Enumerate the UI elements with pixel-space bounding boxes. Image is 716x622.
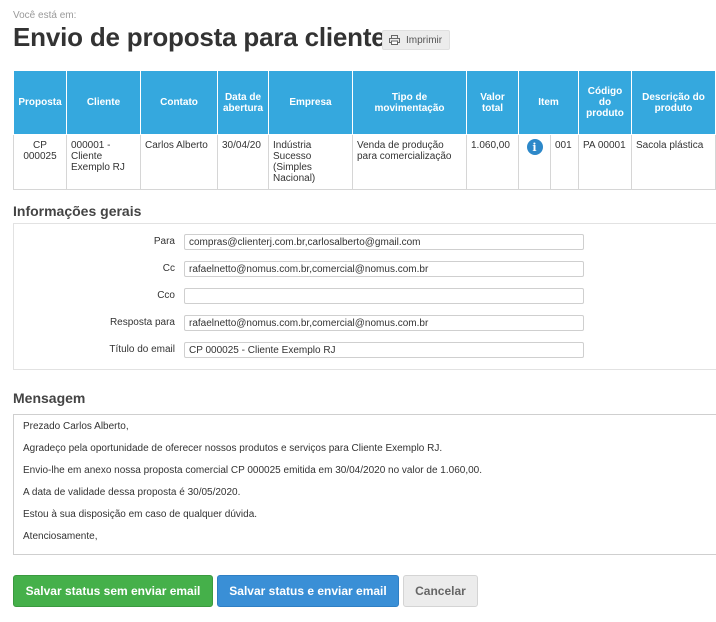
col-header-contato: Contato <box>140 70 218 135</box>
cell-descricao-produto: Sacola plástica <box>631 134 716 190</box>
cc-label: Cc <box>162 263 175 274</box>
titulo-email-input[interactable] <box>184 342 584 358</box>
message-editor[interactable]: Prezado Carlos Alberto, Agradeço pela op… <box>13 414 716 555</box>
cc-input[interactable] <box>184 261 584 277</box>
cell-info: i <box>518 134 551 190</box>
breadcrumb: Você está em: <box>13 10 77 21</box>
field-row-resposta-para: Resposta para <box>14 315 716 331</box>
message-line: Agradeço pela oportunidade de oferecer n… <box>23 443 443 454</box>
col-header-data-abertura: Data de abertura <box>217 70 269 135</box>
resposta-para-input[interactable] <box>184 315 584 331</box>
col-header-tipo-movimentacao: Tipo de movimentação <box>352 70 467 135</box>
printer-icon <box>389 35 400 45</box>
print-button[interactable]: Imprimir <box>382 30 451 50</box>
table-row: CP 000025 000001 - Cliente Exemplo RJ Ca… <box>13 134 716 190</box>
save-without-email-button[interactable]: Salvar status sem enviar email <box>13 575 213 607</box>
field-row-cc: Cc <box>14 261 716 277</box>
proposal-table: Proposta Cliente Contato Data de abertur… <box>13 70 716 190</box>
para-label: Para <box>153 236 175 247</box>
message-line: Estou à sua disposição em caso de qualqu… <box>23 509 258 520</box>
field-row-para: Para <box>14 234 716 250</box>
cell-cliente: 000001 - Cliente Exemplo RJ <box>66 134 141 190</box>
cancel-button[interactable]: Cancelar <box>403 575 478 607</box>
para-input[interactable] <box>184 234 584 250</box>
info-panel: Para Cc Cco Resposta para Título do emai… <box>13 223 716 370</box>
message-line: Envio-lhe em anexo nossa proposta comerc… <box>23 465 482 476</box>
info-section-title: Informações gerais <box>13 203 142 219</box>
cell-contato: Carlos Alberto <box>140 134 218 190</box>
titulo-email-label: Título do email <box>109 344 175 355</box>
cell-codigo-produto: PA 00001 <box>578 134 632 190</box>
col-header-codigo-produto: Código do produto <box>578 70 632 135</box>
col-header-proposta: Proposta <box>13 70 67 135</box>
col-header-valor-total: Valor total <box>466 70 519 135</box>
cell-tipo-movimentacao: Venda de produção para comercialização <box>352 134 467 190</box>
cco-label: Cco <box>157 290 175 301</box>
cco-input[interactable] <box>184 288 584 304</box>
print-label: Imprimir <box>406 34 443 46</box>
info-icon[interactable]: i <box>526 139 543 155</box>
save-and-send-email-button[interactable]: Salvar status e enviar email <box>217 575 399 607</box>
col-header-empresa: Empresa <box>268 70 353 135</box>
cell-empresa: Indústria Sucesso (Simples Nacional) <box>268 134 353 190</box>
page-title: Envio de proposta para cliente <box>13 22 386 52</box>
col-header-descricao-produto: Descrição do produto <box>631 70 716 135</box>
message-line: A data de validade dessa proposta é 30/0… <box>23 487 241 498</box>
field-row-titulo-email: Título do email <box>14 342 716 358</box>
cell-valor-total: 1.060,00 <box>466 134 519 190</box>
table-header-row: Proposta Cliente Contato Data de abertur… <box>13 70 716 135</box>
message-line: Atenciosamente, <box>23 531 98 542</box>
cell-item: 001 <box>550 134 579 190</box>
col-header-item: Item <box>518 70 579 135</box>
resposta-para-label: Resposta para <box>109 317 175 328</box>
cell-data-abertura: 30/04/20 <box>217 134 269 190</box>
cell-proposta: CP 000025 <box>13 134 67 190</box>
col-header-cliente: Cliente <box>66 70 141 135</box>
message-line: Prezado Carlos Alberto, <box>23 421 129 432</box>
message-section-title: Mensagem <box>13 390 86 406</box>
field-row-cco: Cco <box>14 288 716 304</box>
